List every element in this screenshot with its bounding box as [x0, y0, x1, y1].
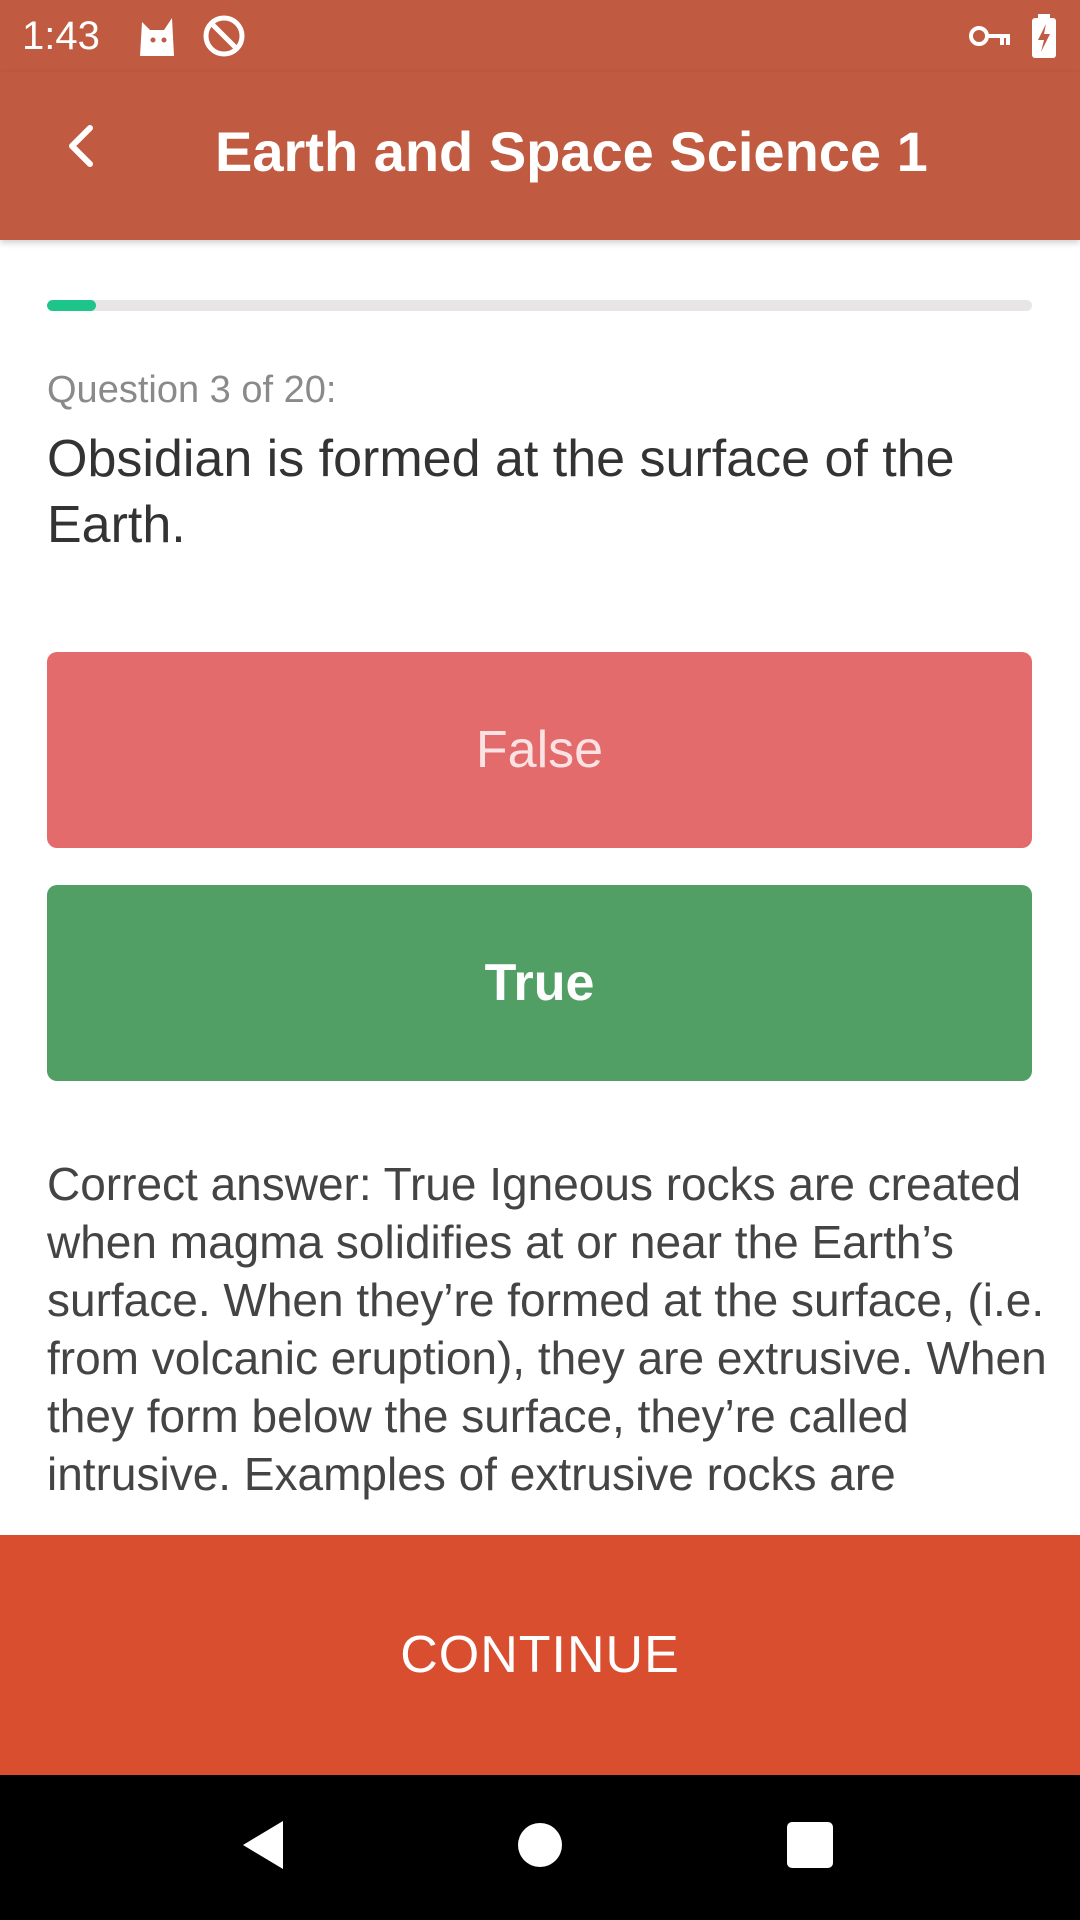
back-triangle-icon	[243, 1821, 283, 1869]
nav-back-button[interactable]	[215, 1795, 315, 1895]
continue-button[interactable]: CONTINUE	[0, 1535, 1080, 1775]
vpn-key-icon	[966, 12, 1014, 60]
status-time: 1:43	[22, 14, 100, 58]
answer-false-label: False	[475, 721, 604, 779]
answer-true-button[interactable]: True	[47, 885, 1032, 1081]
answer-true-label: True	[484, 954, 595, 1012]
no-disturb-icon	[200, 12, 248, 60]
nav-home-button[interactable]	[490, 1795, 590, 1895]
answer-false-button[interactable]: False	[47, 652, 1032, 848]
cat-icon	[134, 12, 182, 60]
page-title: Earth and Space Science 1	[215, 120, 928, 183]
continue-label: CONTINUE	[400, 1626, 680, 1684]
back-button[interactable]	[40, 104, 124, 188]
question-text: Obsidian is formed at the surface of the…	[47, 430, 955, 554]
nav-recents-button[interactable]	[760, 1795, 860, 1895]
recents-square-icon	[787, 1822, 833, 1868]
app-bar: Earth and Space Science 1	[0, 72, 1080, 240]
answer-explanation: Correct answer: True Igneous rocks are c…	[47, 1158, 1047, 1500]
status-bar: 1:43	[0, 0, 1080, 72]
chevron-left-icon	[69, 125, 93, 167]
battery-charging-icon	[1020, 12, 1068, 60]
home-circle-icon	[518, 1823, 562, 1867]
progress-fill	[47, 300, 97, 311]
quiz-progress-bar	[47, 300, 1032, 311]
system-nav-bar	[0, 1775, 1080, 1920]
question-counter: Question 3 of 20:	[47, 369, 337, 411]
app-screen: 1:43 Earth and Space Science 1 Question …	[0, 0, 1080, 1920]
